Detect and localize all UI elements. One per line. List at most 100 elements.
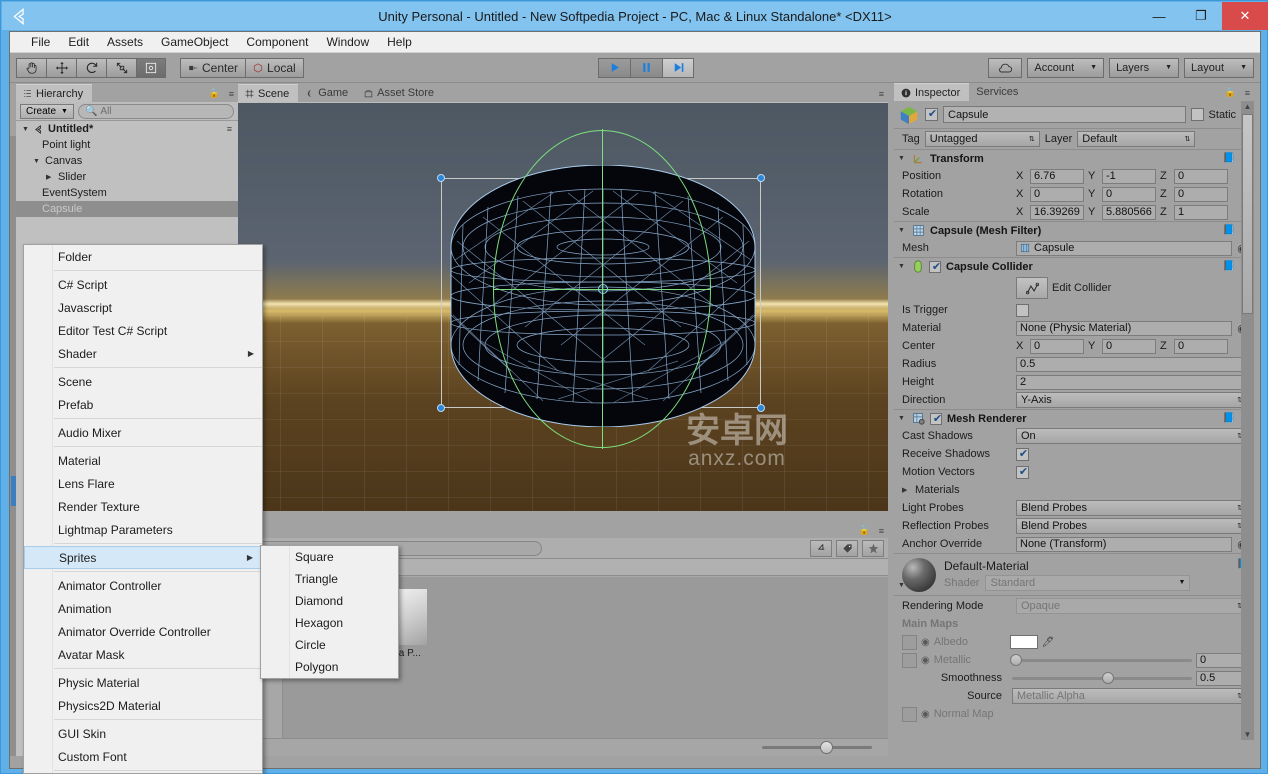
maximize-button[interactable]: ❐ xyxy=(1180,2,1222,30)
receive-shadows-checkbox[interactable] xyxy=(1016,447,1030,461)
mesh-object-field[interactable]: Capsule xyxy=(1016,240,1232,256)
center-z-input[interactable]: 0 xyxy=(1174,338,1228,354)
position-x-input[interactable]: 6.76 xyxy=(1030,168,1084,184)
hierarchy-row-menu-icon[interactable]: ≡ xyxy=(227,124,232,134)
normal-map-texture-slot[interactable] xyxy=(902,706,917,722)
scale-tool-icon[interactable] xyxy=(106,57,136,78)
component-header-capsule-collider[interactable]: ▼ Capsule Collider 📘 ⚙ xyxy=(894,257,1254,275)
create-button[interactable]: Create ▼ xyxy=(20,103,74,119)
hierarchy-item-capsule[interactable]: Capsule xyxy=(16,201,238,217)
ctx-item-lens-flare[interactable]: Lens Flare xyxy=(24,472,262,495)
albedo-color-swatch[interactable] xyxy=(1009,635,1038,649)
help-icon[interactable]: 📘 xyxy=(1223,261,1235,272)
rotate-tool-icon[interactable] xyxy=(76,57,106,78)
submenu-item-polygon[interactable]: Polygon xyxy=(261,656,398,678)
help-icon[interactable]: 📘 xyxy=(1223,413,1235,424)
ctx-item-scene[interactable]: Scene xyxy=(24,370,262,393)
gizmo-center-handle[interactable] xyxy=(598,284,608,294)
menu-file[interactable]: File xyxy=(22,33,59,51)
chevron-down-icon[interactable]: ▼ xyxy=(898,415,907,422)
hierarchy-search-input[interactable]: 🔍 All xyxy=(77,103,234,119)
ctx-item-audio-mixer[interactable]: Audio Mixer xyxy=(24,421,262,444)
smoothness-slider[interactable] xyxy=(1012,671,1192,684)
position-z-input[interactable]: 0 xyxy=(1174,168,1228,184)
ctx-item-animator-controller[interactable]: Animator Controller xyxy=(24,574,262,597)
materials-foldout-row[interactable]: ▶ Materials xyxy=(894,481,1254,499)
cloud-icon[interactable] xyxy=(988,57,1023,78)
chevron-down-icon[interactable]: ▼ xyxy=(898,227,907,234)
eyedropper-icon[interactable]: 🖊 xyxy=(1042,637,1055,648)
smoothness-slider-knob[interactable] xyxy=(1102,671,1114,684)
metallic-texture-slot[interactable] xyxy=(902,652,917,668)
motion-vectors-checkbox[interactable] xyxy=(1016,465,1030,479)
ctx-item-editor-test-csharp-script[interactable]: Editor Test C# Script xyxy=(24,319,262,342)
tab-asset-store[interactable]: Asset Store xyxy=(357,84,443,102)
ctx-item-shader[interactable]: Shader ▶ xyxy=(24,342,262,365)
normal-map-toggle-icon[interactable]: ◉ xyxy=(921,709,930,720)
tab-services[interactable]: Services xyxy=(969,83,1027,101)
tab-scene[interactable]: Scene xyxy=(238,84,299,102)
lock-icon[interactable]: 🔒 xyxy=(859,525,870,536)
scale-x-input[interactable]: 16.39269 xyxy=(1030,204,1084,220)
tag-dropdown[interactable]: Untagged ⇅ xyxy=(924,131,1040,147)
layer-dropdown[interactable]: Default ⇅ xyxy=(1077,131,1196,147)
collider-enabled-checkbox[interactable] xyxy=(929,260,943,273)
lock-icon[interactable]: 🔒 xyxy=(1225,87,1236,98)
panel-menu-icon[interactable]: ≡ xyxy=(1245,88,1250,98)
direction-dropdown[interactable]: Y-Axis ⇅ xyxy=(1016,392,1248,408)
source-dropdown[interactable]: Metallic Alpha ⇅ xyxy=(1012,688,1248,704)
chevron-down-icon[interactable]: ▼ xyxy=(22,126,31,133)
scene-viewport[interactable]: 安卓网 anxz.com xyxy=(238,103,888,519)
ctx-item-sprites[interactable]: Sprites ▶ xyxy=(24,546,262,569)
radius-input[interactable]: 0.5 xyxy=(1016,356,1248,372)
chevron-up-icon[interactable]: ▲ xyxy=(1242,101,1253,112)
scale-y-input[interactable]: 5.880566 xyxy=(1102,204,1156,220)
component-header-mesh-filter[interactable]: ▼ Capsule (Mesh Filter) 📘 ⚙ xyxy=(894,221,1254,239)
light-probes-dropdown[interactable]: Blend Probes ⇅ xyxy=(1016,500,1248,516)
component-header-mesh-renderer[interactable]: ▼ Mesh Renderer 📘 ⚙ xyxy=(894,409,1254,427)
panel-menu-icon[interactable]: ≡ xyxy=(229,89,234,99)
hierarchy-item-eventsystem[interactable]: EventSystem xyxy=(16,185,238,201)
submenu-item-triangle[interactable]: Triangle xyxy=(261,568,398,590)
tab-hierarchy[interactable]: Hierarchy xyxy=(16,84,93,102)
center-x-input[interactable]: 0 xyxy=(1030,338,1084,354)
close-button[interactable]: ✕ xyxy=(1222,2,1268,30)
ctx-item-animator-override-controller[interactable]: Animator Override Controller xyxy=(24,620,262,643)
ctx-item-physic-material[interactable]: Physic Material xyxy=(24,671,262,694)
rotation-z-input[interactable]: 0 xyxy=(1174,186,1228,202)
menu-edit[interactable]: Edit xyxy=(59,33,98,51)
rect-tool-icon[interactable] xyxy=(136,57,166,78)
menu-assets[interactable]: Assets xyxy=(98,33,152,51)
submenu-item-square[interactable]: Square xyxy=(261,546,398,568)
hand-tool-icon[interactable] xyxy=(16,57,46,78)
ctx-item-lightmap-parameters[interactable]: Lightmap Parameters xyxy=(24,518,262,541)
move-tool-icon[interactable] xyxy=(46,57,76,78)
scale-z-input[interactable]: 1 xyxy=(1174,204,1228,220)
hierarchy-item-untitled[interactable]: ▼ Untitled* ≡ xyxy=(16,121,238,137)
panel-menu-icon[interactable]: ≡ xyxy=(879,89,884,99)
space-toggle[interactable]: Local xyxy=(245,57,304,78)
lock-icon[interactable]: 🔒 xyxy=(209,88,220,99)
height-input[interactable]: 2 xyxy=(1016,374,1248,390)
submenu-item-circle[interactable]: Circle xyxy=(261,634,398,656)
chevron-down-icon[interactable]: ▼ xyxy=(898,155,907,162)
ctx-item-csharp-script[interactable]: C# Script xyxy=(24,273,262,296)
metallic-slider-knob[interactable] xyxy=(1009,653,1022,666)
type-filter-icon[interactable] xyxy=(810,539,832,557)
metallic-toggle-icon[interactable]: ◉ xyxy=(921,655,930,666)
shader-dropdown[interactable]: Standard ▼ xyxy=(985,574,1191,591)
asset-zoom-knob[interactable] xyxy=(820,741,833,754)
ctx-item-material[interactable]: Material xyxy=(24,449,262,472)
help-icon[interactable]: 📘 xyxy=(1223,225,1235,236)
ctx-item-gui-skin[interactable]: GUI Skin xyxy=(24,722,262,745)
label-filter-icon[interactable] xyxy=(836,539,858,557)
ctx-item-physics2d-material[interactable]: Physics2D Material xyxy=(24,694,262,717)
inspector-scrollbar-thumb[interactable] xyxy=(1242,114,1253,314)
cast-shadows-dropdown[interactable]: On ⇅ xyxy=(1016,428,1248,444)
chevron-right-icon[interactable]: ▶ xyxy=(46,173,55,181)
menu-component[interactable]: Component xyxy=(237,33,317,51)
albedo-toggle-icon[interactable]: ◉ xyxy=(921,637,930,648)
position-y-input[interactable]: -1 xyxy=(1102,168,1156,184)
submenu-item-hexagon[interactable]: Hexagon xyxy=(261,612,398,634)
help-icon[interactable]: 📘 xyxy=(1223,153,1235,164)
